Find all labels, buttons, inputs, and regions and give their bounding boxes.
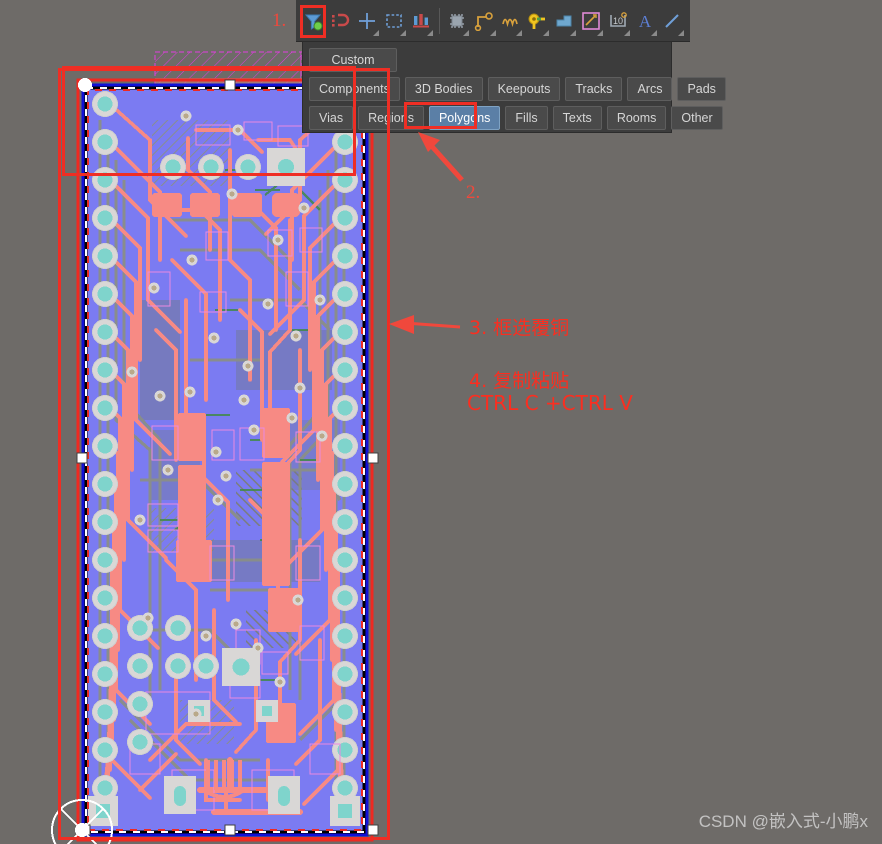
filter-btn-polygons[interactable]: Polygons — [428, 106, 501, 130]
chevron-caret-icon — [372, 29, 379, 36]
svg-text:A: A — [639, 12, 652, 31]
text-string-icon[interactable]: A — [632, 4, 658, 38]
pcb-filter-toolbar[interactable]: 10 A — [296, 0, 690, 42]
crosshair-origin-icon[interactable] — [354, 4, 380, 38]
chevron-caret-icon — [624, 29, 631, 36]
line-draw-icon[interactable] — [659, 4, 685, 38]
filter-btn-vias[interactable]: Vias — [309, 106, 354, 130]
filter-btn-rooms[interactable]: Rooms — [606, 106, 667, 130]
filter-row-1: Components 3D Bodies Keepouts Tracks Arc… — [309, 77, 726, 101]
chevron-caret-icon — [516, 29, 523, 36]
wave-route-icon[interactable] — [498, 4, 524, 38]
filter-btn-fills[interactable]: Fills — [505, 106, 548, 130]
measure-10-icon[interactable]: 10 — [605, 4, 631, 38]
dimension-icon[interactable] — [578, 4, 604, 38]
marquee-select-icon[interactable] — [381, 4, 407, 38]
component-place-icon[interactable] — [408, 4, 434, 38]
svg-text:10: 10 — [613, 16, 623, 26]
route-track-icon[interactable] — [471, 4, 497, 38]
via-key-icon[interactable] — [524, 4, 550, 38]
filter-btn-3d-bodies[interactable]: 3D Bodies — [404, 77, 483, 101]
annotation-step-4-keys: CTRL C +CTRL V — [467, 391, 633, 415]
annotation-step-1: 1. — [272, 10, 287, 31]
filter-btn-regions[interactable]: Regions — [358, 106, 424, 130]
filter-custom-button[interactable]: Custom — [309, 48, 397, 72]
filter-btn-components[interactable]: Components — [309, 77, 400, 101]
annotation-step-2: 2. — [466, 182, 481, 203]
filter-btn-tracks[interactable]: Tracks — [565, 77, 623, 101]
magnet-snap-icon[interactable] — [327, 4, 353, 38]
csdn-watermark: CSDN @嵌入式-小鹏x — [698, 812, 868, 831]
annotation-step-3: 3. 框选覆铜 — [469, 317, 570, 339]
filter-row-custom: Custom — [309, 48, 665, 72]
annotation-step-4: 4. 复制粘贴 — [469, 370, 570, 392]
filter-btn-texts[interactable]: Texts — [552, 106, 602, 130]
chevron-caret-icon — [462, 29, 469, 36]
object-filter-dropdown[interactable]: Custom Components 3D Bodies Keepouts Tra… — [302, 41, 726, 133]
filter-btn-arcs[interactable]: Arcs — [627, 77, 673, 101]
chevron-caret-icon — [543, 29, 550, 36]
chevron-caret-icon — [399, 29, 406, 36]
filter-btn-pads[interactable]: Pads — [677, 77, 726, 101]
chevron-caret-icon — [651, 29, 658, 36]
chevron-caret-icon — [597, 29, 604, 36]
chevron-caret-icon — [489, 29, 496, 36]
chevron-caret-icon — [426, 29, 433, 36]
filter-row-2: Vias Regions Polygons Fills Texts Rooms … — [309, 106, 723, 130]
filter-funnel-icon[interactable] — [300, 4, 326, 38]
toolbar-separator — [438, 7, 440, 34]
ic-chip-icon[interactable] — [444, 4, 470, 38]
filter-btn-keepouts[interactable]: Keepouts — [487, 77, 561, 101]
polygon-pour-icon[interactable] — [551, 4, 577, 38]
chevron-caret-icon — [570, 29, 577, 36]
chevron-caret-icon — [678, 29, 685, 36]
filter-btn-other[interactable]: Other — [671, 106, 723, 130]
